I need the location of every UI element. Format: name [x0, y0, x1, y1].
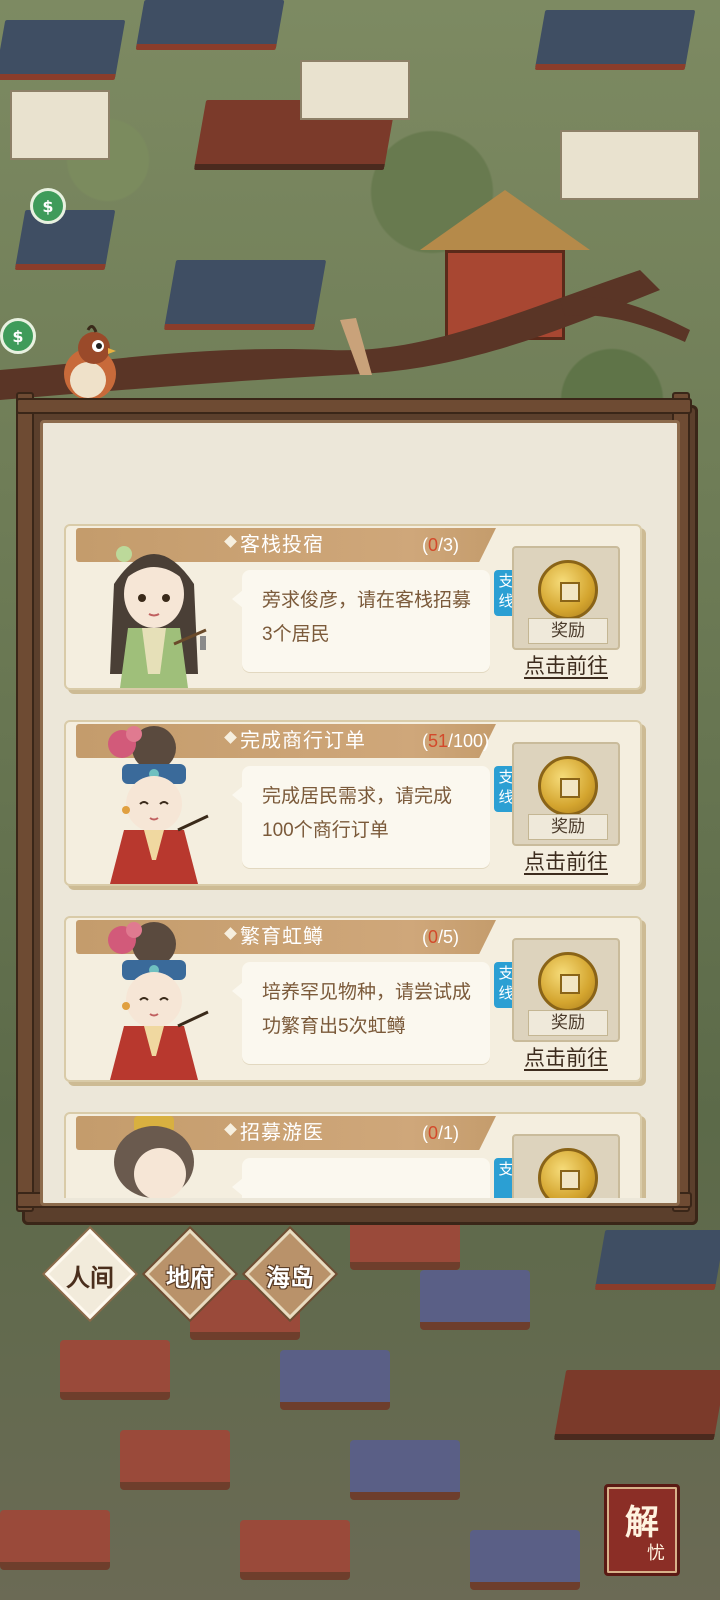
market-stall [240, 1520, 350, 1580]
market-stall [0, 1510, 110, 1570]
task-title: 招募游医 [240, 1122, 324, 1144]
merchant-portrait [108, 726, 209, 884]
building-wall [560, 130, 700, 200]
market-stall [280, 1350, 390, 1410]
innkeeper-portrait [110, 546, 207, 688]
task-card: 客栈投宿 (0/3) 旁求俊彦，请在客栈招募3个居民 支线 奖励 点击前往 [64, 524, 648, 696]
reward-box[interactable]: 奖励 [512, 938, 620, 1042]
relief-button-sub-char: 忧 [647, 1543, 665, 1563]
task-description: 完成居民需求，请完成100个商行订单 [262, 786, 453, 841]
building-roof [594, 1230, 720, 1290]
task-description-bubble [232, 1158, 490, 1198]
market-stall [60, 1340, 170, 1400]
relief-button-main-char: 解 [625, 1505, 659, 1542]
task-description: 旁求俊彦，请在客栈招募3个居民 [262, 590, 472, 645]
task-description-bubble: 旁求俊彦，请在客栈招募3个居民 [232, 570, 490, 672]
quest-marker-icon[interactable]: $ [30, 188, 66, 224]
market-stall [350, 1440, 460, 1500]
reward-box[interactable]: 奖励 [512, 742, 620, 846]
task-list[interactable]: 客栈投宿 (0/3) 旁求俊彦，请在客栈招募3个居民 支线 奖励 点击前往 完成… [56, 508, 664, 1198]
reward-label: 奖励 [528, 618, 608, 644]
copper-coin-icon [538, 1148, 598, 1198]
task-card: 繁育虹鳟 (0/5) 培养罕见物种，请尝试成功繁育出5次虹鳟 支线 奖励 点击前… [64, 916, 648, 1088]
reward-label: 奖励 [528, 1010, 608, 1036]
merchant-portrait [108, 922, 209, 1080]
tab-label: 海岛 [266, 1266, 314, 1292]
tab-island[interactable]: 海岛 [244, 1228, 336, 1320]
frame-beam [16, 398, 692, 414]
task-progress: (51/100) [422, 731, 490, 751]
market-stall [420, 1270, 530, 1330]
relief-worries-button[interactable]: 解 忧 [604, 1484, 680, 1576]
task-progress: (0/1) [422, 1123, 460, 1143]
task-card: 招募游医 (0/1) 支 [64, 1112, 648, 1198]
market-stall [120, 1430, 230, 1490]
task-title: 完成商行订单 [240, 730, 366, 752]
market-stall [470, 1530, 580, 1590]
task-progress: (0/3) [422, 535, 460, 555]
copper-coin-icon [538, 952, 598, 1012]
go-button[interactable]: 点击前往 [514, 652, 618, 682]
task-card: 完成商行订单 (51/100) 完成居民需求，请完成100个商行订单 支线 奖励… [64, 720, 648, 892]
task-title: 客栈投宿 [240, 534, 324, 556]
building-roof [135, 0, 285, 50]
task-title: 繁育虹鳟 [240, 926, 324, 948]
building-roof [534, 10, 696, 70]
task-progress: (0/5) [422, 927, 460, 947]
tab-human-realm[interactable]: 人间 [44, 1228, 136, 1320]
tab-label: 人间 [66, 1266, 114, 1292]
tab-label: 地府 [166, 1266, 214, 1292]
task-description: 培养罕见物种，请尝试成功繁育出5次虹鳟 [262, 982, 472, 1037]
task-description-bubble: 培养罕见物种，请尝试成功繁育出5次虹鳟 [232, 962, 490, 1064]
reward-box[interactable] [512, 1134, 620, 1198]
go-button[interactable]: 点击前往 [514, 848, 618, 878]
go-button[interactable]: 点击前往 [514, 1044, 618, 1074]
building-roof [553, 1370, 720, 1440]
task-description-bubble: 完成居民需求，请完成100个商行订单 [232, 766, 490, 868]
quail-bird-icon [64, 325, 116, 406]
building-wall [300, 60, 410, 120]
building-roof [0, 20, 126, 80]
copper-coin-icon [538, 756, 598, 816]
copper-coin-icon [538, 560, 598, 620]
reward-box[interactable]: 奖励 [512, 546, 620, 650]
quest-marker-icon[interactable]: $ [0, 318, 36, 354]
building-wall [10, 90, 110, 160]
reward-label: 奖励 [528, 814, 608, 840]
frame-post [16, 392, 34, 1212]
doctor-portrait [114, 1116, 194, 1198]
tab-underworld[interactable]: 地府 [144, 1228, 236, 1320]
